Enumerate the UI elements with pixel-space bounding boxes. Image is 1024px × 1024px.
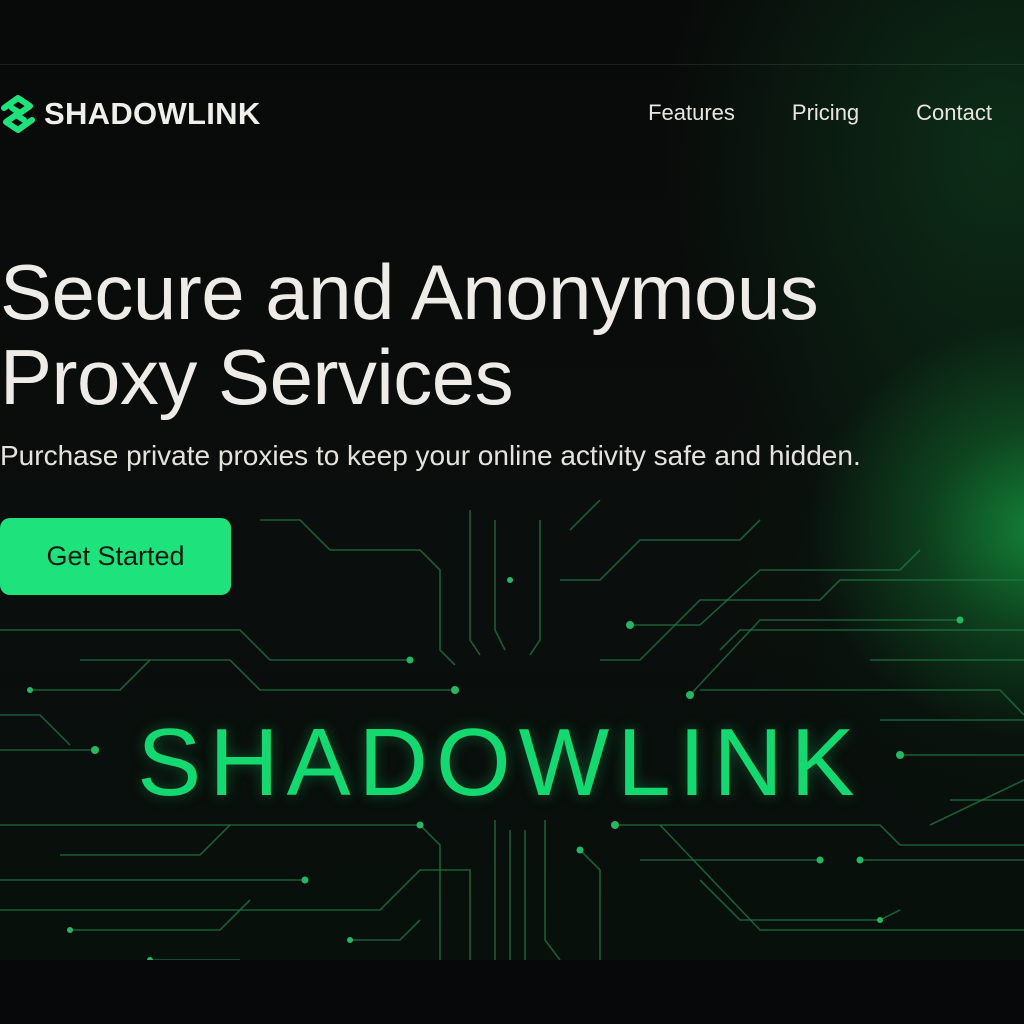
landing-page: SHADOWLINK Features Pricing Contact Secu… <box>0 0 1024 1024</box>
footer-band <box>0 960 1024 1024</box>
navbar: SHADOWLINK Features Pricing Contact <box>0 88 1024 144</box>
hero-title-line-1: Secure and Anonymous <box>0 248 819 336</box>
brand-logo-link[interactable]: SHADOWLINK <box>0 94 261 134</box>
nav-link-features[interactable]: Features <box>648 100 735 126</box>
nav-link-contact[interactable]: Contact <box>916 100 992 126</box>
banner-wordmark: SHADOWLINK <box>137 709 863 816</box>
chain-link-logo-icon <box>1 95 35 133</box>
hero-title-line-2: Proxy Services <box>0 333 514 421</box>
hero-title: Secure and Anonymous Proxy Services <box>0 250 1000 420</box>
header-divider <box>0 64 1024 65</box>
nav-links: Features Pricing Contact <box>648 100 992 126</box>
hero-subtitle: Purchase private proxies to keep your on… <box>0 440 861 471</box>
nav-link-pricing[interactable]: Pricing <box>792 100 859 126</box>
brand-name: SHADOWLINK <box>44 96 261 131</box>
